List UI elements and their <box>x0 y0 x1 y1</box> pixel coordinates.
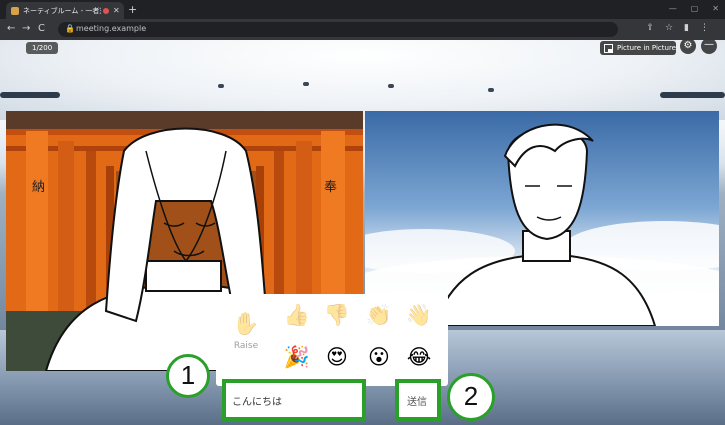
recording-indicator-icon <box>103 7 109 14</box>
maximize-button[interactable]: ▢ <box>691 4 699 13</box>
pip-icon <box>604 43 614 53</box>
waving-hand-icon[interactable]: 👋 <box>404 300 434 330</box>
lock-icon: 🔒 <box>65 24 75 33</box>
ceiling-light <box>218 84 224 88</box>
forward-button[interactable]: → <box>22 23 30 34</box>
favicon-icon <box>11 6 19 15</box>
reload-button[interactable]: C <box>38 23 45 34</box>
star-icon[interactable]: ☆ <box>665 23 673 33</box>
browser-tabbar: ネーティブルーム - 一者対話室 ✕ + — ▢ ✕ <box>0 0 725 19</box>
share-icon[interactable]: ⇪ <box>646 23 654 33</box>
address-bar: ← → C 🔒 meeting.example ⇪ ☆ ▮ ⋮ <box>0 19 725 40</box>
reaction-panel: ✋ Raise 👍 👎 👏 👋 🎉 😍 😮 😂 <box>216 294 448 386</box>
tab-title: ネーティブルーム - 一者対話室 <box>23 6 101 15</box>
ceiling-light <box>303 82 309 86</box>
window-controls: — ▢ ✕ <box>669 4 719 13</box>
raise-hand-button[interactable]: ✋ Raise <box>224 312 268 351</box>
tab-close-icon[interactable]: ✕ <box>113 6 120 15</box>
meeting-stage: 1/200 Picture in Picture ⚙ — 納 奉 ✋ Raise… <box>0 40 725 425</box>
ceiling-beam <box>660 92 725 98</box>
callout-marker-2: 2 <box>447 373 495 421</box>
thumbs-down-icon[interactable]: 👎 <box>322 300 352 330</box>
close-window-button[interactable]: ✕ <box>712 4 719 13</box>
minimize-button[interactable]: — <box>669 4 677 13</box>
raise-hand-label: Raise <box>233 341 259 351</box>
toolbar-icons: ⇪ ☆ ▮ ⋮ <box>646 23 709 33</box>
laughing-face-icon[interactable]: 😂 <box>404 342 434 372</box>
back-button[interactable]: ← <box>7 23 15 34</box>
picture-in-picture-button[interactable]: Picture in Picture <box>600 41 676 55</box>
new-tab-button[interactable]: + <box>128 3 137 16</box>
browser-tab[interactable]: ネーティブルーム - 一者対話室 ✕ <box>6 2 124 19</box>
ceiling-light <box>488 88 494 92</box>
surprised-face-icon[interactable]: 😮 <box>364 342 394 372</box>
participant-counter: 1/200 <box>26 42 59 54</box>
callout-marker-1: 1 <box>166 354 210 398</box>
extension-icon[interactable]: ▮ <box>684 23 689 33</box>
url-text: meeting.example <box>76 24 147 33</box>
raise-hand-icon: ✋ <box>232 312 260 337</box>
svg-text:納: 納 <box>32 180 45 195</box>
omnibox[interactable]: 🔒 meeting.example <box>58 22 618 37</box>
party-popper-icon[interactable]: 🎉 <box>282 342 312 372</box>
ceiling-beam <box>0 92 60 98</box>
thumbs-up-icon[interactable]: 👍 <box>282 300 312 330</box>
heart-eyes-icon[interactable]: 😍 <box>322 342 352 372</box>
chat-message-input[interactable] <box>222 379 366 421</box>
svg-text:奉: 奉 <box>324 180 337 195</box>
pip-label: Picture in Picture <box>617 44 676 52</box>
send-button[interactable]: 送信 <box>395 379 441 421</box>
clapping-hands-icon[interactable]: 👏 <box>364 300 394 330</box>
ceiling-light <box>388 84 394 88</box>
profile-icon[interactable]: ⋮ <box>700 23 709 33</box>
